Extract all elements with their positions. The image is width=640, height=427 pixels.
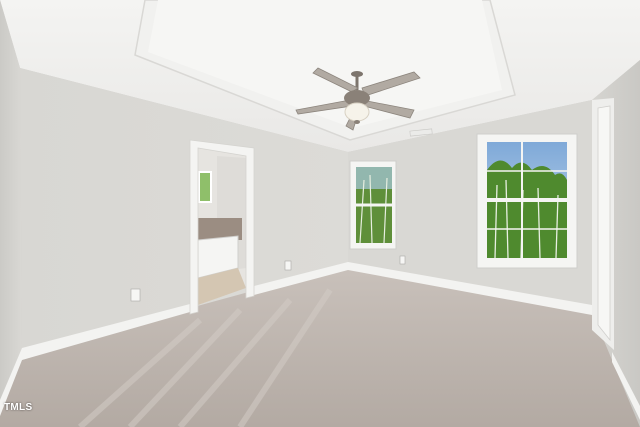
closet-door-frame bbox=[592, 98, 614, 350]
empty-bedroom-photo bbox=[0, 0, 640, 427]
wall-outlet bbox=[284, 260, 292, 271]
wall-outlet bbox=[130, 288, 141, 302]
wall-outlet bbox=[399, 255, 406, 265]
window-left bbox=[349, 160, 397, 250]
window-right bbox=[476, 133, 578, 269]
mls-watermark: TMLS bbox=[4, 402, 33, 413]
bath-small-window bbox=[198, 171, 212, 203]
